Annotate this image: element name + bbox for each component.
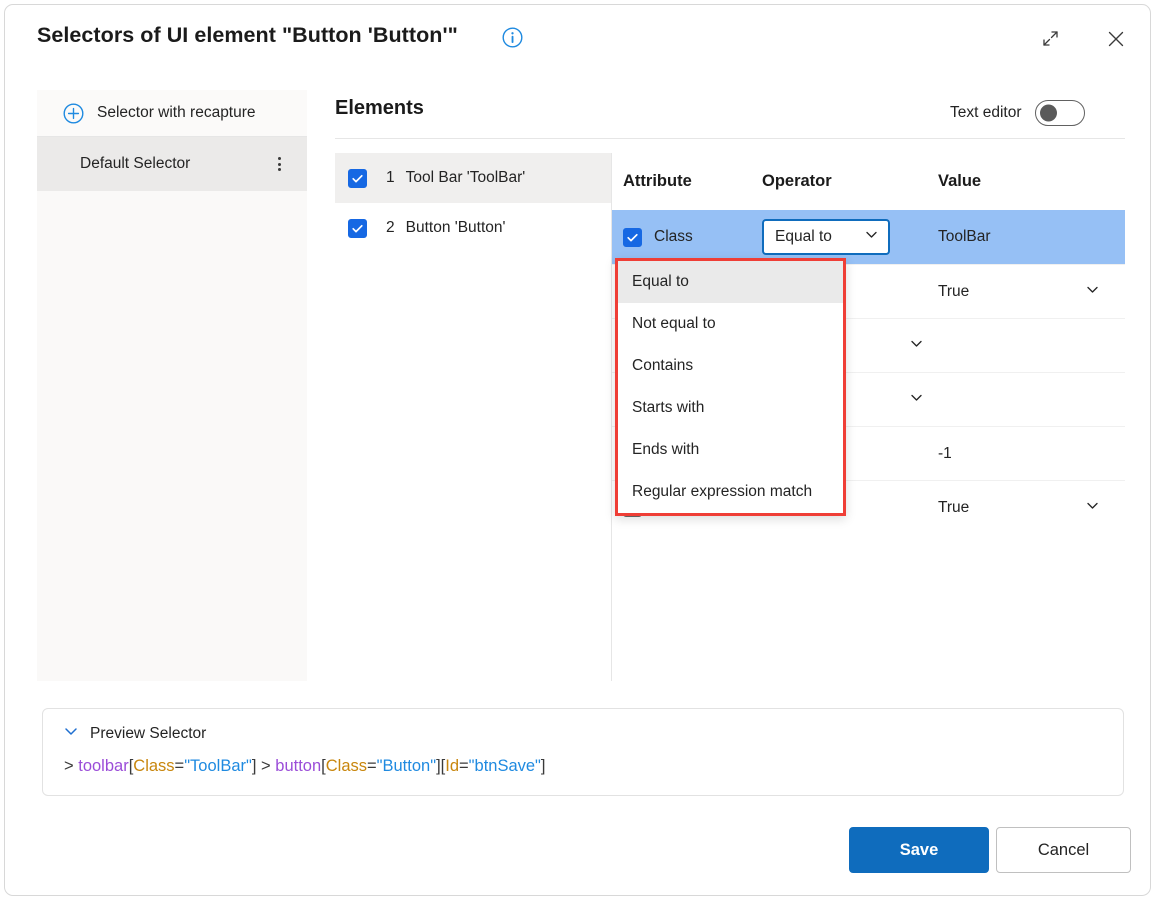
code-token: >: [256, 757, 275, 775]
chevron-down-icon: [63, 723, 79, 744]
element-index: 1: [386, 169, 395, 187]
selectors-sidebar: Selector with recapture Default Selector: [37, 90, 307, 681]
dialog-titlebar: Selectors of UI element "Button 'Button'…: [5, 5, 1150, 75]
dropdown-option-regex-match[interactable]: Regular expression match: [618, 471, 843, 513]
element-name: Tool Bar 'ToolBar': [406, 169, 526, 187]
operator-select[interactable]: Equal to: [762, 219, 890, 255]
dropdown-option-not-equal-to[interactable]: Not equal to: [618, 303, 843, 345]
text-editor-toggle-group: Text editor: [950, 100, 1085, 126]
code-token: =: [367, 757, 377, 775]
operator-dropdown-menu[interactable]: Equal to Not equal to Contains Starts wi…: [615, 258, 846, 516]
cell-attribute: Class: [612, 228, 762, 247]
preview-selector-panel: Preview Selector > toolbar[Class="ToolBa…: [42, 708, 1124, 796]
code-token: toolbar: [78, 757, 128, 775]
code-token: >: [64, 757, 74, 775]
list-item[interactable]: 1 Tool Bar 'ToolBar': [335, 153, 611, 203]
chevron-down-icon[interactable]: [1085, 282, 1100, 302]
text-editor-label: Text editor: [950, 104, 1022, 122]
page-title: Selectors of UI element "Button 'Button'…: [37, 23, 458, 48]
selector-with-recapture-button[interactable]: Selector with recapture: [37, 90, 307, 137]
table-row[interactable]: Class Equal to ToolBar: [612, 210, 1125, 264]
column-header-operator: Operator: [762, 172, 938, 191]
chevron-down-icon[interactable]: [1085, 498, 1100, 518]
value-text: True: [938, 499, 969, 517]
code-token: Class: [133, 757, 174, 775]
code-token: ]: [541, 757, 546, 775]
code-token: Class: [326, 757, 367, 775]
selector-with-recapture-label: Selector with recapture: [97, 104, 256, 122]
list-item[interactable]: 2 Button 'Button': [335, 203, 611, 253]
column-header-value: Value: [938, 172, 1118, 191]
save-button[interactable]: Save: [849, 827, 989, 873]
code-token: "btnSave": [469, 757, 541, 775]
dropdown-option-equal-to[interactable]: Equal to: [618, 261, 843, 303]
info-icon[interactable]: [502, 27, 523, 48]
header-divider: [335, 138, 1125, 139]
cell-value[interactable]: True: [938, 498, 1118, 518]
code-token: =: [175, 757, 185, 775]
code-token: Id: [445, 757, 459, 775]
table-header-row: Attribute Operator Value: [612, 153, 1125, 210]
value-text: -1: [938, 445, 952, 463]
chevron-down-icon: [864, 227, 879, 247]
value-text: ToolBar: [938, 228, 991, 246]
close-icon: [1106, 29, 1126, 54]
toggle-knob: [1040, 105, 1057, 122]
dropdown-option-ends-with[interactable]: Ends with: [618, 429, 843, 471]
elements-list: 1 Tool Bar 'ToolBar' 2 Button 'Button': [335, 153, 611, 681]
expand-button[interactable]: [1031, 23, 1069, 59]
attribute-checkbox[interactable]: [623, 228, 642, 247]
close-button[interactable]: [1097, 23, 1135, 59]
preview-selector-label: Preview Selector: [90, 725, 206, 743]
cancel-button[interactable]: Cancel: [996, 827, 1131, 873]
selector-name-label: Default Selector: [80, 155, 190, 173]
plus-circle-icon: [63, 103, 84, 124]
element-checkbox[interactable]: [348, 219, 367, 238]
operator-value: Equal to: [775, 228, 832, 246]
element-name: Button 'Button': [406, 219, 506, 237]
cell-value: ToolBar: [938, 228, 1118, 246]
dropdown-option-contains[interactable]: Contains: [618, 345, 843, 387]
sidebar-item-default-selector[interactable]: Default Selector: [37, 137, 307, 191]
code-token: =: [459, 757, 469, 775]
element-checkbox[interactable]: [348, 169, 367, 188]
elements-header: Elements: [335, 97, 424, 120]
text-editor-toggle[interactable]: [1035, 100, 1085, 126]
column-header-attribute: Attribute: [612, 172, 762, 191]
element-index: 2: [386, 219, 395, 237]
cell-value[interactable]: True: [938, 282, 1118, 302]
code-token: "Button": [377, 757, 436, 775]
chevron-down-icon[interactable]: [909, 390, 924, 410]
attribute-name: Class: [654, 228, 693, 246]
code-token: button: [275, 757, 321, 775]
preview-selector-code: > toolbar[Class="ToolBar"] > button[Clas…: [43, 757, 1123, 776]
cell-operator: Equal to: [762, 219, 938, 255]
value-text: True: [938, 283, 969, 301]
selectors-dialog: Selectors of UI element "Button 'Button'…: [4, 4, 1151, 896]
chevron-down-icon[interactable]: [909, 336, 924, 356]
expand-icon: [1041, 29, 1060, 53]
code-token: "ToolBar": [184, 757, 252, 775]
preview-selector-toggle[interactable]: Preview Selector: [43, 709, 1123, 744]
dropdown-option-starts-with[interactable]: Starts with: [618, 387, 843, 429]
cell-value: -1: [938, 445, 1118, 463]
kebab-menu-icon[interactable]: [269, 154, 289, 174]
